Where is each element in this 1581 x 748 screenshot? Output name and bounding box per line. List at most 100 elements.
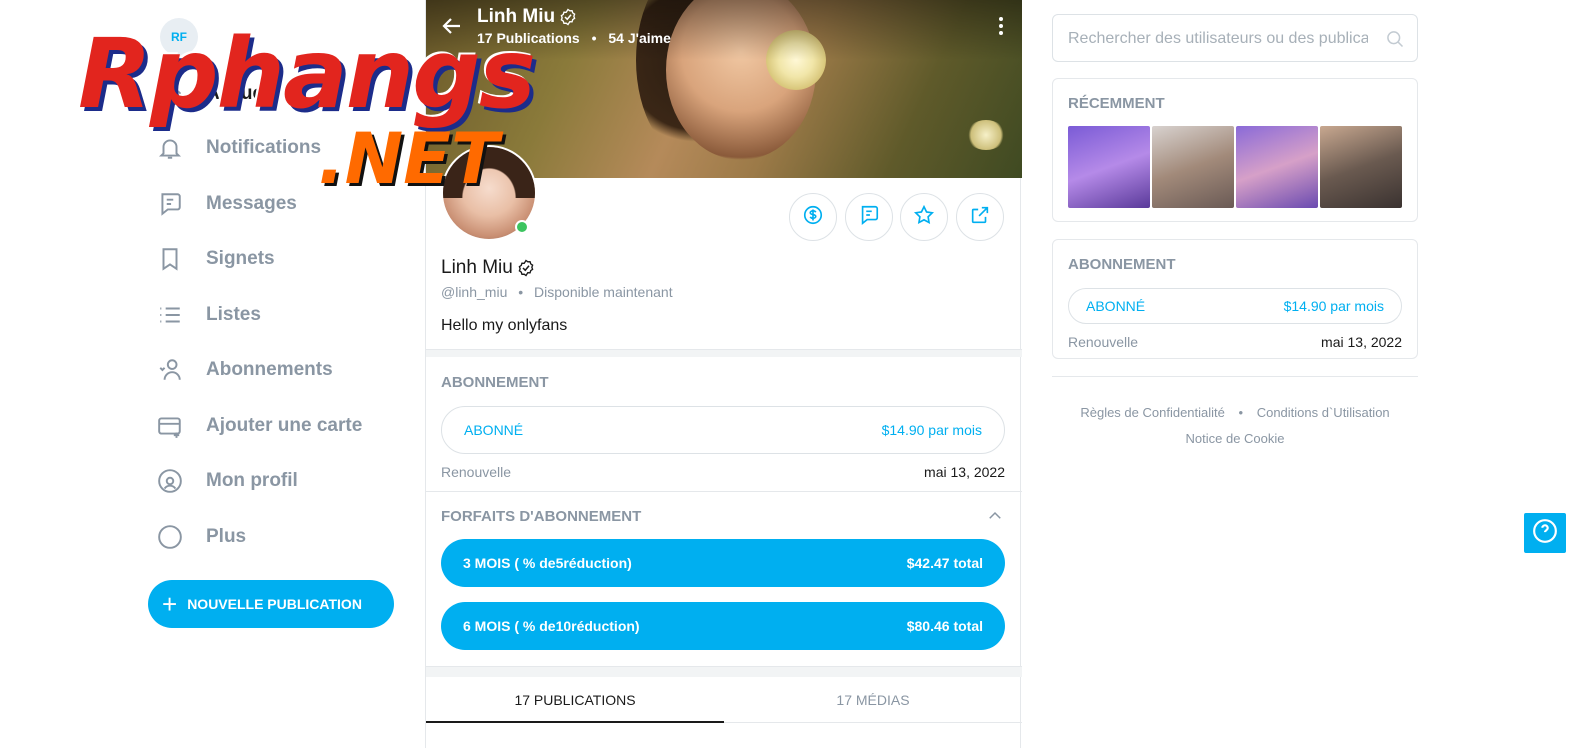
star-icon [913, 204, 935, 231]
recent-thumbnail[interactable] [1320, 126, 1402, 208]
recent-thumbnail[interactable] [1152, 126, 1234, 208]
subscriptions-icon [140, 357, 200, 383]
search-icon[interactable] [1385, 29, 1405, 49]
nav-item-label: Abonnements [206, 359, 333, 380]
bundle-button-6-months[interactable]: 6 MOIS ( % de10réduction) $80.46 total [441, 602, 1005, 650]
search-box [1052, 14, 1418, 62]
bell-icon [140, 135, 200, 161]
new-post-label: NOUVELLE PUBLICATION [187, 596, 362, 612]
profile-handle[interactable]: @linh_miu [441, 284, 507, 300]
tip-button[interactable] [789, 193, 837, 241]
subscription-status: ABONNÉ [1086, 298, 1146, 314]
left-sidebar: RF Accueil Notifications Messages Signet… [140, 0, 425, 748]
share-button[interactable] [956, 193, 1004, 241]
help-icon [1532, 518, 1558, 549]
nav-item-label: Signets [206, 248, 275, 269]
subscription-price: $14.90 par mois [881, 422, 982, 438]
subscription-section-title: ABONNEMENT [441, 374, 549, 391]
list-icon [140, 302, 200, 328]
tab-media[interactable]: 17 MÉDIAS [724, 677, 1022, 722]
terms-link[interactable]: Conditions d`Utilisation [1257, 405, 1390, 420]
chevron-up-icon[interactable] [986, 507, 1004, 525]
likes-count: 54 [608, 30, 624, 46]
more-icon [140, 524, 200, 550]
bookmark-icon [140, 246, 200, 272]
verified-icon [559, 8, 577, 26]
card-icon [140, 413, 200, 439]
search-input[interactable] [1068, 27, 1368, 51]
online-status-indicator [515, 220, 529, 234]
banner-lamp-shape [966, 120, 1006, 150]
nav-item-messages[interactable]: Messages [140, 180, 390, 228]
nav-item-label: Accueil [206, 83, 274, 104]
nav-item-label: Messages [206, 193, 297, 214]
recent-card: RÉCEMMENT [1052, 78, 1418, 222]
share-icon [969, 204, 991, 231]
recent-title: RÉCEMMENT [1068, 95, 1165, 112]
separator-dot: • [518, 284, 524, 300]
section-divider [426, 491, 1022, 492]
user-avatar[interactable]: RF [160, 18, 198, 56]
availability-status: Disponible maintenant [534, 284, 673, 300]
bundle-total: $80.46 total [906, 618, 983, 634]
more-options-icon[interactable] [994, 14, 1008, 38]
favorite-button[interactable] [900, 193, 948, 241]
recent-thumbnail[interactable] [1236, 126, 1318, 208]
likes-word: J'aime [627, 30, 671, 46]
cookie-link[interactable]: Notice de Cookie [1186, 431, 1285, 446]
nav-item-notifications[interactable]: Notifications [140, 124, 390, 172]
bundle-total: $42.47 total [906, 555, 983, 571]
nav-item-subscriptions[interactable]: Abonnements [140, 346, 390, 394]
recent-thumbnail[interactable] [1068, 126, 1150, 208]
nav-item-label: Ajouter une carte [206, 415, 363, 436]
banner-stats: 17 Publications • 54 J'aime [477, 30, 671, 46]
renewal-date: mai 13, 2022 [1321, 334, 1402, 350]
message-icon [140, 191, 200, 217]
dollar-icon [802, 204, 824, 231]
profile-handle-row: @linh_miu • Disponible maintenant [441, 284, 673, 300]
profile-column: Linh Miu 17 Publications • 54 J'aime Lin… [425, 0, 1022, 748]
nav-item-lists[interactable]: Listes [140, 291, 390, 339]
privacy-link[interactable]: Règles de Confidentialité [1080, 405, 1225, 420]
profile-bio: Hello my onlyfans [441, 317, 568, 334]
home-icon [140, 81, 200, 107]
renewal-label: Renouvelle [1068, 334, 1139, 350]
subscribed-button-small[interactable]: ABONNÉ $14.90 par mois [1068, 288, 1402, 324]
posts-count: 17 [477, 30, 493, 46]
nav-item-label: Plus [206, 526, 247, 547]
tab-publications[interactable]: 17 PUBLICATIONS [426, 677, 724, 723]
separator-dot: • [591, 30, 597, 46]
nav-item-home[interactable]: Accueil [140, 70, 390, 118]
new-post-button[interactable]: + NOUVELLE PUBLICATION [148, 580, 394, 628]
back-arrow-icon[interactable] [440, 14, 464, 38]
nav-item-label: Mon profil [206, 470, 298, 491]
profile-name: Linh Miu [441, 257, 535, 279]
recent-thumbnails [1068, 126, 1402, 208]
footer-divider [1052, 376, 1418, 377]
bundle-label: 3 MOIS ( % de5réduction) [463, 555, 632, 571]
profile-tabs: 17 PUBLICATIONS 17 MÉDIAS [426, 677, 1022, 723]
banner-name: Linh Miu [477, 6, 556, 27]
nav-item-add-card[interactable]: Ajouter une carte [140, 402, 390, 450]
nav-item-my-profile[interactable]: Mon profil [140, 457, 390, 505]
renewal-label: Renouvelle [441, 464, 512, 480]
help-button[interactable] [1524, 513, 1566, 553]
subscription-card: ABONNEMENT ABONNÉ $14.90 par mois Renouv… [1052, 239, 1418, 359]
footer-links: Règles de Confidentialité • Conditions d… [1052, 400, 1418, 452]
message-button[interactable] [845, 193, 893, 241]
banner-title: Linh Miu [477, 6, 577, 28]
bundles-section-title: FORFAITS D'ABONNEMENT [441, 508, 642, 525]
section-divider [426, 666, 1022, 677]
bundle-button-3-months[interactable]: 3 MOIS ( % de5réduction) $42.47 total [441, 539, 1005, 587]
nav-item-label: Notifications [206, 137, 322, 158]
profile-name-text: Linh Miu [441, 257, 513, 278]
renewal-row: Renouvelle mai 13, 2022 [441, 464, 1005, 480]
subscription-status: ABONNÉ [464, 422, 524, 438]
verified-icon [517, 259, 535, 277]
section-divider [426, 349, 1022, 357]
subscription-price: $14.90 par mois [1283, 298, 1384, 314]
renewal-date: mai 13, 2022 [924, 464, 1005, 480]
subscribed-button[interactable]: ABONNÉ $14.90 par mois [441, 406, 1005, 454]
nav-item-more[interactable]: Plus [140, 513, 390, 561]
nav-item-bookmarks[interactable]: Signets [140, 235, 390, 283]
